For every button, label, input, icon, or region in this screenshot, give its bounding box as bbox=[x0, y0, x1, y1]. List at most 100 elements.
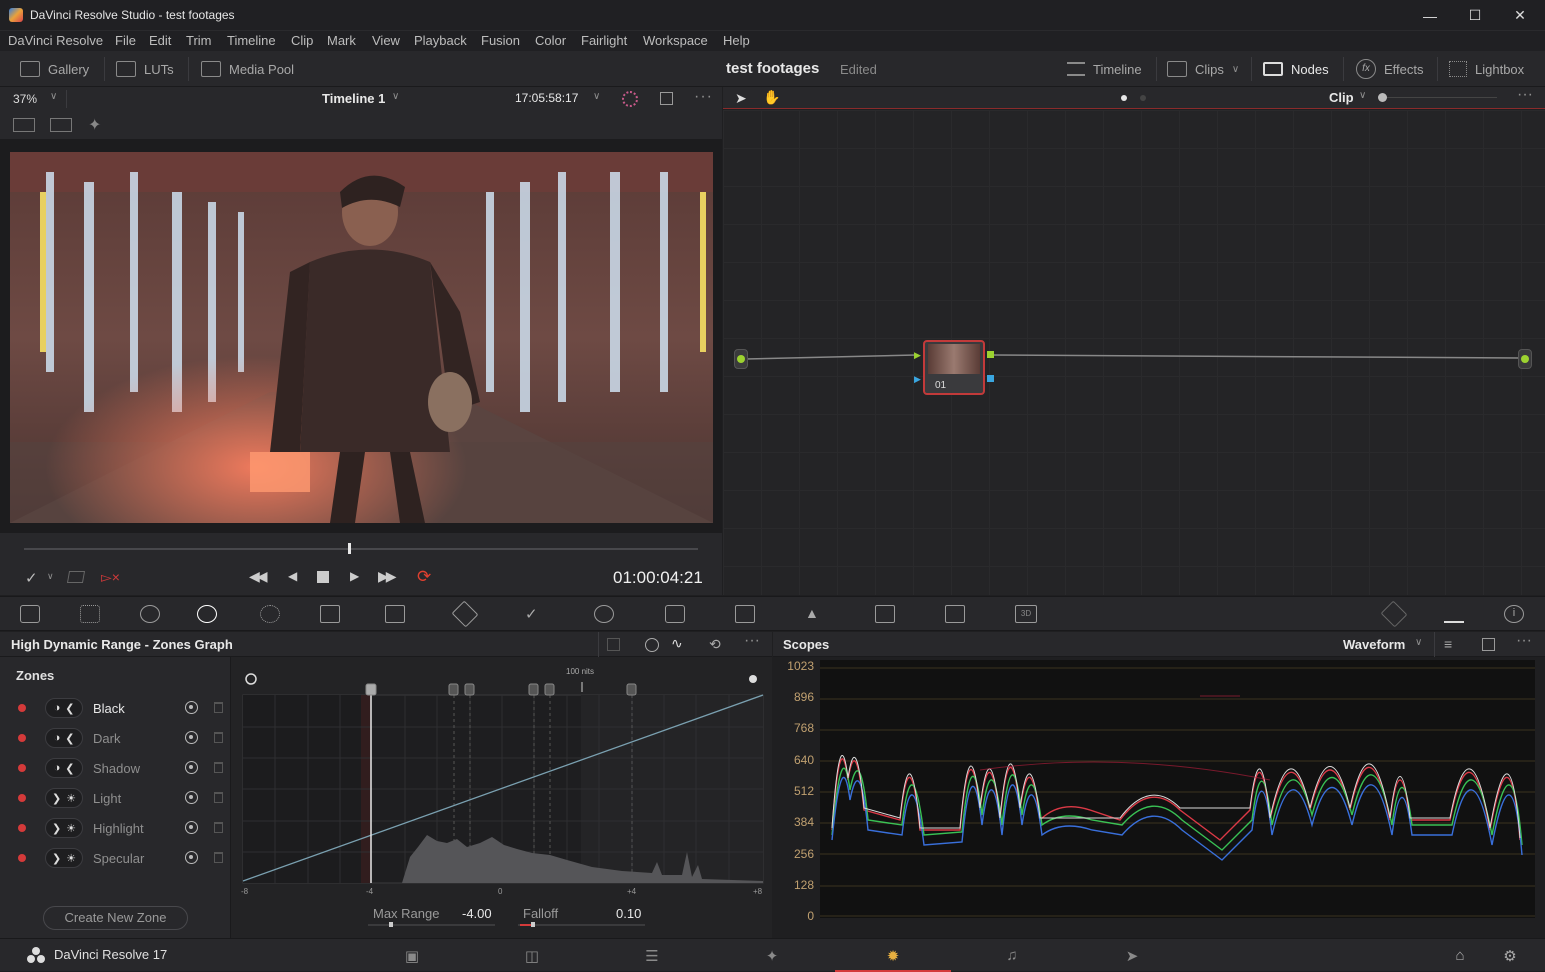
color-match-icon[interactable] bbox=[80, 605, 100, 623]
zone-row-light[interactable]: ❯ ☀ Light bbox=[0, 783, 231, 813]
zone-enable-dot[interactable] bbox=[18, 794, 26, 802]
zone-type-light-pill[interactable]: ❯ ☀ bbox=[45, 788, 83, 808]
zone-row-specular[interactable]: ❯ ☀ Specular bbox=[0, 843, 231, 873]
node-output-key[interactable] bbox=[987, 375, 994, 382]
zone-row-dark[interactable]: ◑ ❮ Dark bbox=[0, 723, 231, 753]
nodes-button[interactable]: Nodes bbox=[1263, 59, 1329, 79]
zone-type-dark-pill[interactable]: ◑ ❮ bbox=[45, 758, 83, 778]
menu-help[interactable]: Help bbox=[723, 33, 750, 48]
luts-button[interactable]: LUTs bbox=[116, 59, 174, 79]
color-warper-icon[interactable] bbox=[451, 600, 479, 628]
more-options-icon[interactable]: ··· bbox=[694, 88, 713, 106]
blur-icon[interactable]: ▲ bbox=[805, 605, 825, 623]
info-icon[interactable]: i bbox=[1504, 605, 1524, 623]
timecode-chevron-icon[interactable]: ∨ bbox=[593, 91, 600, 102]
falloff-value[interactable]: 0.10 bbox=[616, 906, 641, 921]
zone-target-icon[interactable] bbox=[185, 821, 198, 834]
zone-enable-dot[interactable] bbox=[18, 854, 26, 862]
zoom-chevron-icon[interactable]: ∨ bbox=[50, 91, 57, 102]
menu-file[interactable]: File bbox=[115, 33, 136, 48]
motion-effects-icon[interactable] bbox=[320, 605, 340, 623]
curves-icon[interactable] bbox=[385, 605, 405, 623]
loop-icon[interactable]: ⟳ bbox=[417, 567, 431, 587]
hdr-graph-icon[interactable]: ∿ bbox=[671, 635, 683, 652]
hand-tool-icon[interactable]: ✋ bbox=[763, 89, 780, 106]
menu-davinci-resolve[interactable]: DaVinci Resolve bbox=[8, 33, 103, 48]
edit-page-icon[interactable]: ☰ bbox=[643, 947, 661, 965]
hdr-expand-icon[interactable] bbox=[607, 638, 620, 651]
media-page-icon[interactable]: ▣ bbox=[403, 947, 421, 965]
eyedropper-icon[interactable]: ✓ bbox=[25, 569, 38, 587]
zone-row-shadow[interactable]: ◑ ❮ Shadow bbox=[0, 753, 231, 783]
max-range-slider[interactable] bbox=[368, 924, 495, 926]
timeline-name[interactable]: Timeline 1 bbox=[322, 91, 385, 106]
home-icon[interactable]: ⌂ bbox=[1451, 947, 1469, 964]
menu-fusion[interactable]: Fusion bbox=[481, 33, 520, 48]
menu-timeline[interactable]: Timeline bbox=[227, 33, 276, 48]
hdr-wheels-icon[interactable] bbox=[645, 638, 659, 652]
trash-icon[interactable] bbox=[214, 822, 223, 833]
skip-back-icon[interactable]: ◀◀ bbox=[249, 568, 267, 585]
max-range-value[interactable]: -4.00 bbox=[462, 906, 492, 921]
primaries-icon[interactable] bbox=[140, 605, 160, 623]
rgb-mixer-icon[interactable] bbox=[260, 605, 280, 623]
color-page-icon[interactable]: ✹ bbox=[884, 947, 902, 965]
scope-type-select[interactable]: Waveform bbox=[1343, 637, 1405, 652]
scrub-bar[interactable] bbox=[24, 548, 698, 550]
node-zoom-slider[interactable] bbox=[1382, 97, 1497, 98]
skip-forward-icon[interactable]: ▶▶ bbox=[378, 568, 396, 585]
falloff-slider[interactable] bbox=[518, 924, 645, 926]
node-zoom-handle[interactable] bbox=[1378, 93, 1387, 102]
clips-button[interactable]: Clips ∨ bbox=[1167, 59, 1239, 79]
keyframes-icon[interactable] bbox=[1380, 600, 1408, 628]
stop-icon[interactable] bbox=[317, 571, 329, 583]
menu-trim[interactable]: Trim bbox=[186, 33, 212, 48]
menu-clip[interactable]: Clip bbox=[291, 33, 313, 48]
node-canvas[interactable]: 01 ▶ ▶ bbox=[723, 110, 1545, 595]
scope-type-chevron-icon[interactable]: ∨ bbox=[1415, 637, 1422, 648]
zones-graph[interactable]: 100 nits -8 -4 0 +4 +8 Max Range -4.00 F… bbox=[232, 657, 772, 938]
scope-settings-icon[interactable]: ≡ bbox=[1444, 636, 1452, 652]
eyedropper-chevron-icon[interactable]: ∨ bbox=[47, 571, 54, 582]
node-output-rgb[interactable] bbox=[987, 351, 994, 358]
lightbox-button[interactable]: Lightbox bbox=[1449, 59, 1524, 79]
zoom-level[interactable]: 37% bbox=[13, 92, 37, 106]
settings-gear-icon[interactable]: ⚙ bbox=[1501, 947, 1519, 965]
create-new-zone-button[interactable]: Create New Zone bbox=[43, 906, 188, 930]
zone-target-icon[interactable] bbox=[185, 701, 198, 714]
play-reverse-icon[interactable]: ◀ bbox=[288, 569, 297, 583]
window-icon[interactable] bbox=[594, 605, 614, 623]
node-input-key-icon[interactable]: ▶ bbox=[914, 374, 921, 385]
viewer-frame[interactable] bbox=[10, 152, 713, 523]
zone-target-icon[interactable] bbox=[185, 851, 198, 864]
sizing-icon[interactable] bbox=[945, 605, 965, 623]
playhead-handle[interactable] bbox=[347, 543, 351, 554]
magic-wand-icon[interactable]: ✦ bbox=[88, 115, 101, 135]
node-mode-chevron-icon[interactable]: ∨ bbox=[1359, 90, 1366, 101]
fullscreen-icon[interactable] bbox=[660, 92, 673, 105]
falloff-handle[interactable] bbox=[531, 922, 535, 927]
color-wheel-icon[interactable] bbox=[622, 91, 638, 107]
node-more-icon[interactable]: ··· bbox=[1517, 86, 1533, 104]
zone-type-dark-pill[interactable]: ◑ ❮ bbox=[45, 698, 83, 718]
zone-type-light-pill[interactable]: ❯ ☀ bbox=[45, 848, 83, 868]
deliver-page-icon[interactable]: ➤ bbox=[1123, 947, 1141, 965]
zone-type-light-pill[interactable]: ❯ ☀ bbox=[45, 818, 83, 838]
trash-icon[interactable] bbox=[214, 852, 223, 863]
trash-icon[interactable] bbox=[214, 732, 223, 743]
zone-enable-dot[interactable] bbox=[18, 764, 26, 772]
zone-enable-dot[interactable] bbox=[18, 824, 26, 832]
scope-expand-icon[interactable] bbox=[1482, 638, 1495, 651]
zone-row-black[interactable]: ◑ ❮ Black bbox=[0, 693, 231, 723]
fairlight-page-icon[interactable]: ♫ bbox=[1003, 947, 1021, 964]
zone-enable-dot[interactable] bbox=[18, 704, 26, 712]
zone-target-icon[interactable] bbox=[185, 731, 198, 744]
3d-icon[interactable]: 3D bbox=[1015, 605, 1037, 623]
menu-edit[interactable]: Edit bbox=[149, 33, 171, 48]
corrector-node-01[interactable]: 01 bbox=[923, 340, 985, 395]
node-input-rgb-icon[interactable]: ▶ bbox=[914, 350, 921, 361]
gallery-button[interactable]: Gallery bbox=[20, 59, 89, 79]
node-mode-select[interactable]: Clip bbox=[1329, 90, 1354, 105]
max-range-handle[interactable] bbox=[389, 922, 393, 927]
zone-target-icon[interactable] bbox=[185, 761, 198, 774]
